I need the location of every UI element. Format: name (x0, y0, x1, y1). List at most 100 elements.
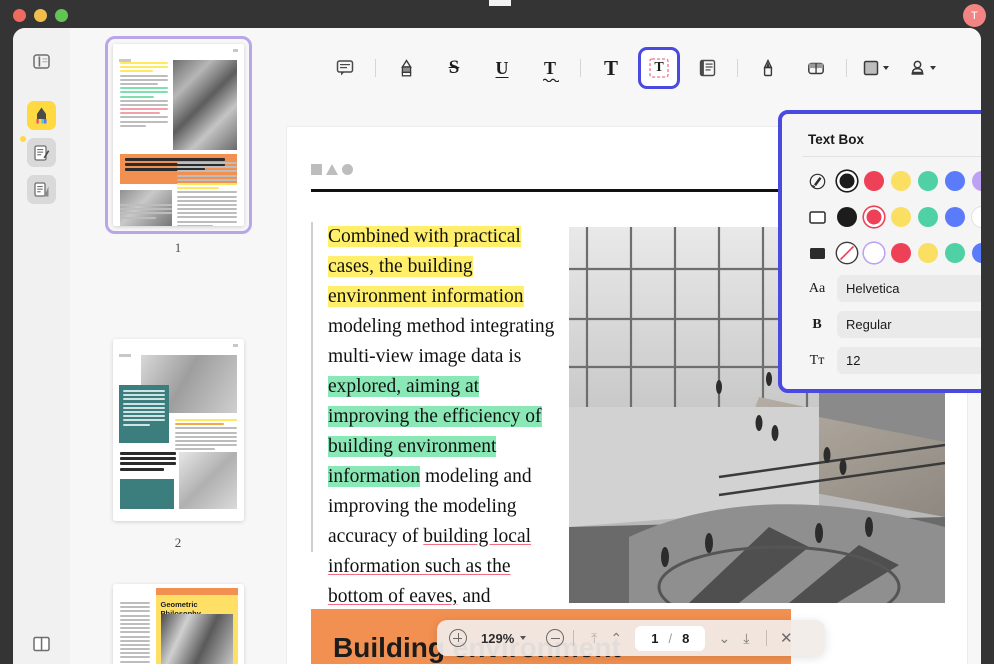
zoom-out-button[interactable] (546, 629, 564, 647)
panel-icon (33, 54, 50, 69)
font-family-select[interactable]: Helvetica (837, 275, 981, 302)
toolbar-separator (375, 59, 376, 77)
fill-icon (803, 247, 831, 260)
swatch-red[interactable] (891, 243, 911, 263)
zoom-in-button[interactable] (449, 629, 467, 647)
text-color-icon (803, 173, 831, 190)
sidebar-item-edit[interactable] (27, 138, 56, 167)
page-navigation-bar: 129% ⤒ ⌃ 1 / 8 ⌄ ⤓ ✕ (437, 620, 825, 656)
last-page-button[interactable]: ⤓ (735, 630, 757, 647)
highlight-yellow: Combined with practical cases, the build… (328, 226, 524, 307)
page-separator: / (668, 631, 672, 646)
thumbnail-page-3[interactable]: Geometric Philosophy 3 (70, 584, 286, 664)
chevron-down-icon (883, 66, 889, 70)
maximize-window-button[interactable] (55, 9, 68, 22)
bottombar-separator (766, 630, 767, 646)
popup-title: Text Box (808, 132, 864, 147)
swatch-yellow[interactable] (918, 243, 938, 263)
thumbnail-image-2[interactable] (113, 339, 244, 521)
sidebar-item-pages[interactable] (27, 175, 56, 204)
swatch-blue[interactable] (945, 171, 965, 191)
square-icon (311, 164, 322, 175)
swatch-blue[interactable] (972, 243, 981, 263)
swatch-yellow[interactable] (891, 207, 911, 227)
avatar[interactable]: T (963, 4, 986, 27)
font-family-icon: Aa (803, 281, 831, 297)
minimize-window-button[interactable] (34, 9, 47, 22)
border-color-row (803, 207, 981, 227)
swatch-purple[interactable] (972, 171, 981, 191)
highlighter-icon (32, 106, 51, 126)
swatch-green[interactable] (918, 171, 938, 191)
edit-page-icon (33, 144, 50, 162)
eraser-icon (807, 61, 825, 76)
swatch-green[interactable] (945, 243, 965, 263)
screen-notch (489, 0, 511, 6)
swatch-yellow[interactable] (891, 171, 911, 191)
triangle-icon (326, 164, 338, 175)
swatch-white[interactable] (972, 207, 981, 227)
pen-tool[interactable] (750, 50, 786, 86)
thumbnail-number-2: 2 (70, 535, 286, 551)
zoom-level-value[interactable]: 129% (481, 631, 514, 646)
fill-color-row (803, 243, 981, 263)
swatch-black[interactable] (837, 207, 857, 227)
strikethrough-tool[interactable]: S (436, 50, 472, 86)
text-box-tool[interactable]: T (641, 50, 677, 86)
thumbnail-image-3[interactable]: Geometric Philosophy (113, 584, 244, 664)
sidebar-item-markup[interactable] (27, 101, 56, 130)
font-style-row: B Regular (803, 311, 981, 338)
close-toolbar-button[interactable]: ✕ (776, 629, 796, 647)
sticky-note-icon (699, 59, 716, 77)
close-window-button[interactable] (13, 9, 26, 22)
swatch-blue[interactable] (945, 207, 965, 227)
app-window: 1 (13, 28, 981, 664)
active-rail-indicator (20, 136, 26, 142)
swatch-red[interactable] (864, 171, 884, 191)
squiggly-tool[interactable]: T (532, 50, 568, 86)
swatch-selected-red[interactable] (864, 207, 884, 227)
comment-tool[interactable] (327, 50, 363, 86)
popup-divider (802, 156, 981, 157)
highlight-tool[interactable] (388, 50, 424, 86)
text-tool[interactable]: T (593, 50, 629, 86)
chevron-down-icon[interactable] (520, 636, 526, 640)
swatch-none[interactable] (837, 243, 857, 263)
sticky-note-tool[interactable] (689, 50, 725, 86)
text-box-popup[interactable]: Text Box (778, 110, 981, 393)
left-rail (13, 28, 70, 664)
total-pages-value: 8 (682, 631, 689, 646)
font-family-row: Aa Helvetica (803, 275, 981, 302)
thumbnail-image-1[interactable] (113, 44, 244, 226)
swatch-selected-clear[interactable] (864, 243, 884, 263)
shape-icon (863, 60, 879, 76)
pages-icon (33, 181, 50, 199)
font-size-icon: Tт (803, 353, 831, 369)
thumbnail-panel[interactable]: 1 (70, 28, 286, 664)
font-style-icon: B (803, 317, 831, 333)
thumbnail-page-1[interactable]: 1 (70, 44, 286, 256)
swatch-selected-black[interactable] (837, 171, 857, 191)
book-icon (32, 635, 51, 653)
font-size-value: 12 (846, 353, 860, 368)
stamp-tool[interactable] (905, 50, 940, 86)
swatch-green[interactable] (918, 207, 938, 227)
sidebar-toggle-button[interactable] (27, 47, 56, 76)
prev-page-button[interactable]: ⌃ (605, 630, 627, 647)
underline-tool[interactable]: U (484, 50, 520, 86)
page-number-input[interactable]: 1 / 8 (635, 626, 705, 651)
speech-bubble-icon (336, 59, 354, 77)
font-style-value: Regular (846, 317, 892, 332)
current-page-value: 1 (651, 631, 658, 646)
first-page-button[interactable]: ⤒ (583, 630, 605, 647)
shape-tool[interactable] (859, 50, 893, 86)
eraser-tool[interactable] (798, 50, 834, 86)
page-paragraph[interactable]: Combined with practical cases, the build… (311, 222, 561, 664)
stamp-icon (909, 60, 926, 77)
next-page-button[interactable]: ⌄ (713, 630, 735, 647)
thumbnail-page-2[interactable]: 2 (70, 339, 286, 551)
font-style-select[interactable]: Regular (837, 311, 981, 338)
highlighter-icon (398, 59, 415, 78)
page-view-mode-button[interactable] (27, 629, 56, 658)
font-size-select[interactable]: 12 (837, 347, 981, 374)
